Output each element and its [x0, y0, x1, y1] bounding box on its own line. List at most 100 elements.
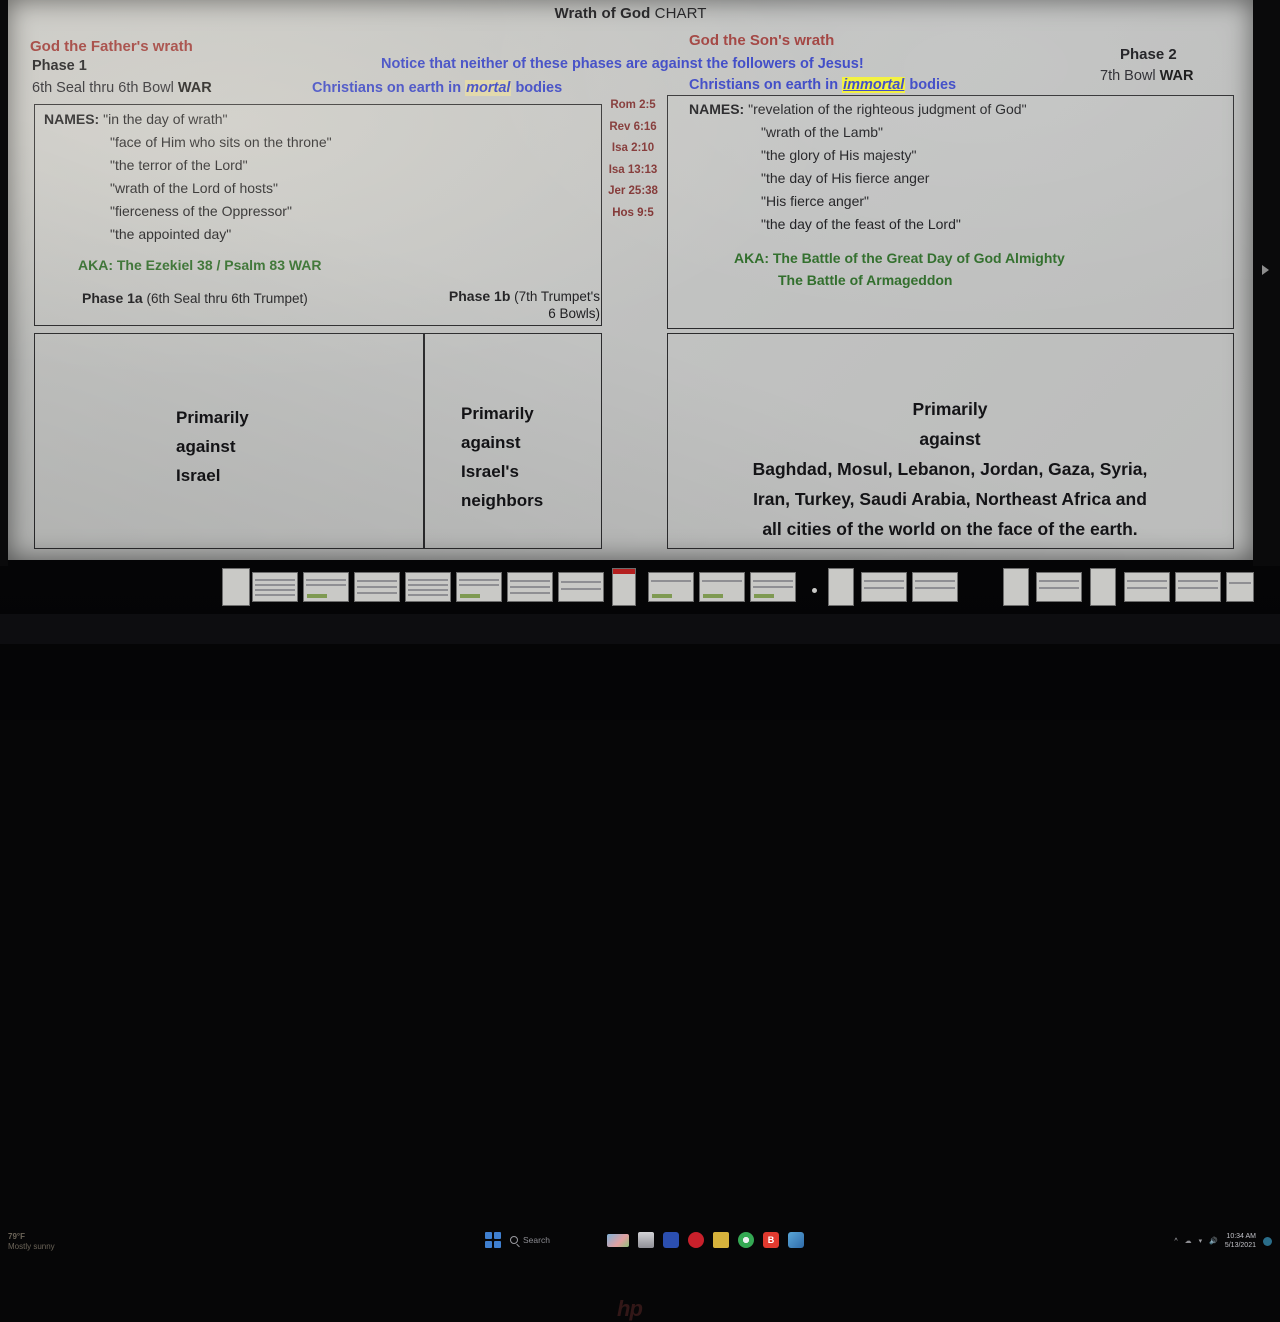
- notification-center-icon[interactable]: [1263, 1236, 1272, 1246]
- slide-thumbnail[interactable]: [405, 572, 451, 602]
- volume-icon[interactable]: 🔊: [1209, 1237, 1218, 1245]
- folder-icon[interactable]: [712, 1232, 729, 1248]
- slide-thumbnail[interactable]: [699, 572, 745, 602]
- notice-text: Notice that neither of these phases are …: [381, 56, 864, 72]
- phase-1b-bold: Phase 1b: [448, 288, 511, 304]
- next-slide-arrow-icon[interactable]: [1262, 265, 1269, 275]
- slide-thumbnail[interactable]: [750, 572, 796, 602]
- weather-widget[interactable]: 79°F Mostly sunny: [8, 1232, 55, 1252]
- son-aka-line2: The Battle of Armageddon: [778, 272, 953, 288]
- search-placeholder: Search: [523, 1235, 550, 1245]
- name-item: "His fierce anger": [761, 193, 869, 209]
- slide-thumbnail[interactable]: [861, 572, 907, 602]
- brave-browser-icon[interactable]: B: [762, 1232, 779, 1248]
- scripture-ref: Hos 9:5: [612, 206, 654, 219]
- photos-app-icon[interactable]: [606, 1233, 629, 1247]
- scripture-ref: Rom 2:5: [610, 99, 656, 111]
- search-input[interactable]: Search: [510, 1235, 550, 1245]
- slide-thumbnail[interactable]: [507, 572, 553, 602]
- target-line: Israel's: [461, 462, 519, 481]
- scripture-ref: Isa 2:10: [611, 142, 655, 154]
- slide-thumbnail[interactable]: [222, 568, 250, 606]
- slide-title-rest: CHART: [650, 5, 707, 22]
- slide-thumbnail[interactable]: [1036, 572, 1082, 602]
- search-icon: [510, 1236, 518, 1244]
- slide-thumbnail-marker[interactable]: [812, 588, 817, 593]
- son-wrath-heading: God the Son's wrath: [689, 32, 835, 49]
- slide-thumbnail[interactable]: [1003, 568, 1029, 606]
- slide-thumbnail[interactable]: [648, 572, 694, 602]
- name-item: "the terror of the Lord": [110, 157, 248, 173]
- windows-taskbar[interactable]: 79°F Mostly sunny Search B ^ ☁ ▾ 🔊 10:34…: [0, 614, 1280, 1251]
- presentation-slide[interactable]: Wrath of God CHART God the Father's wrat…: [8, 0, 1253, 560]
- son-aka-text: AKA: The Battle of the Great Day of God …: [734, 247, 1065, 291]
- file-explorer-icon[interactable]: [637, 1232, 654, 1248]
- taskbar-clock[interactable]: 10:34 AM 5/13/2021: [1225, 1232, 1256, 1250]
- immortal-highlight: immortal: [842, 77, 906, 93]
- slide-thumbnail[interactable]: [303, 572, 349, 602]
- son-scope-text: 7th Bowl: [1100, 68, 1160, 84]
- slide-thumbnail[interactable]: [912, 572, 958, 602]
- name-item: "fierceness of the Oppressor": [110, 203, 292, 219]
- slide-thumbnail[interactable]: [1090, 568, 1116, 606]
- name-item: "wrath of the Lord of hosts": [110, 180, 278, 196]
- phase-1a-label: Phase 1a (6th Seal thru 6th Trumpet): [82, 290, 308, 306]
- son-names-list: NAMES: "revelation of the righteous judg…: [689, 98, 1027, 236]
- clock-date: 5/13/2021: [1224, 1242, 1256, 1249]
- system-tray[interactable]: ^ ☁ ▾ 🔊 10:34 AM 5/13/2021: [1174, 1232, 1272, 1250]
- son-aka-line1: AKA: The Battle of the Great Day of God …: [734, 250, 1065, 266]
- slide-left-margin: [0, 0, 8, 566]
- target-line: against: [176, 437, 236, 456]
- names-label: NAMES:: [44, 111, 100, 127]
- scripture-ref: Rev 6:16: [609, 120, 657, 133]
- slide-thumbnail[interactable]: [354, 572, 400, 602]
- names-label: NAMES:: [689, 101, 745, 117]
- father-wrath-heading: God the Father's wrath: [30, 38, 193, 55]
- opera-browser-icon[interactable]: [687, 1232, 704, 1248]
- immortal-bodies-line: Christians on earth in immortal bodies: [689, 77, 956, 93]
- slide-title: Wrath of God CHART: [8, 5, 1253, 22]
- slide-thumbnail[interactable]: [1124, 572, 1170, 602]
- immortal-post: bodies: [905, 77, 957, 93]
- slide-thumbnail[interactable]: [456, 572, 502, 602]
- name-item: "revelation of the righteous judgment of…: [748, 101, 1027, 117]
- cloud-sync-icon[interactable]: ☁: [1185, 1237, 1192, 1245]
- name-item: "the glory of His majesty": [761, 147, 917, 163]
- phase1a-target-text: Primarily against Israel: [176, 403, 249, 490]
- target-line: against: [919, 429, 981, 449]
- slide-thumbnail[interactable]: [828, 568, 854, 606]
- wifi-icon[interactable]: ▾: [1199, 1237, 1203, 1245]
- target-line: all cities of the world on the face of t…: [762, 519, 1138, 539]
- target-line: Primarily: [176, 408, 249, 427]
- chrome-browser-icon[interactable]: [737, 1232, 754, 1248]
- slide-thumbnail[interactable]: [1226, 572, 1254, 602]
- weather-description: Mostly sunny: [8, 1242, 55, 1251]
- slide-thumbnail-strip[interactable]: [0, 566, 1280, 614]
- father-names-list: NAMES: "in the day of wrath" "face of Hi…: [44, 108, 332, 246]
- target-line: Israel: [176, 466, 221, 485]
- monitor-bezel: hp: [0, 644, 1280, 1321]
- slide-thumbnail[interactable]: [612, 568, 636, 606]
- snipping-tool-icon[interactable]: [787, 1232, 804, 1248]
- monitor-screen: Wrath of God CHART God the Father's wrat…: [0, 0, 1280, 1321]
- start-button-icon[interactable]: [485, 1232, 501, 1248]
- phase-1b-rest: (7th Trumpet's: [510, 289, 600, 304]
- name-item: "the appointed day": [110, 226, 232, 242]
- target-line: Iran, Turkey, Saudi Arabia, Northeast Af…: [753, 489, 1147, 509]
- target-line: Primarily: [461, 404, 534, 423]
- powerpoint-app-icon[interactable]: [662, 1232, 679, 1248]
- taskbar-center-group[interactable]: Search B: [485, 1232, 804, 1248]
- show-hidden-icons-chevron-icon[interactable]: ^: [1174, 1238, 1177, 1245]
- slide-thumbnail[interactable]: [558, 572, 604, 602]
- name-item: "wrath of the Lamb": [761, 124, 884, 140]
- phase1b-target-text: Primarily against Israel's neighbors: [461, 399, 543, 515]
- scripture-ref: Jer 25:38: [608, 185, 658, 197]
- name-item: "face of Him who sits on the throne": [110, 134, 332, 150]
- father-phase-label: Phase 1: [32, 58, 87, 74]
- scripture-ref: Isa 13:13: [608, 163, 658, 176]
- mortal-post: bodies: [511, 80, 563, 96]
- target-line: against: [461, 433, 521, 452]
- slide-thumbnail[interactable]: [252, 572, 298, 602]
- slide-thumbnail[interactable]: [1175, 572, 1221, 602]
- son-scope-label: 7th Bowl WAR: [1100, 68, 1194, 84]
